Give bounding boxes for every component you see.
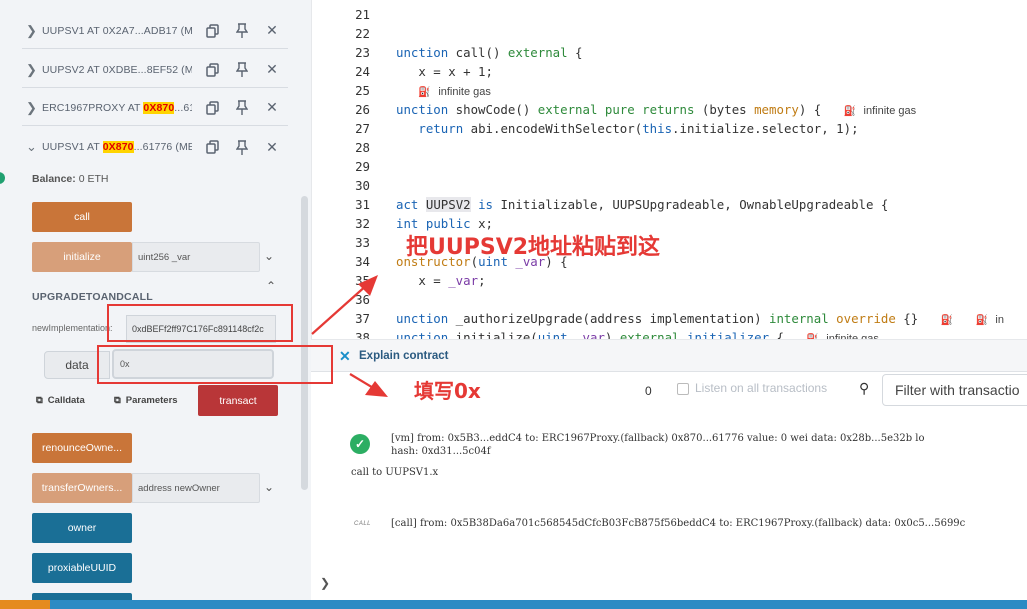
line-number: 21 <box>355 7 370 22</box>
code-text: unction initialize(uint _var) external i… <box>396 330 879 339</box>
listen-label: Listen on all transactions <box>695 381 828 395</box>
code-text: return abi.encodeWithSelector(this.initi… <box>418 121 859 136</box>
transact-button[interactable]: transact <box>198 385 278 416</box>
renounce-ownership-button[interactable]: renounceOwne... <box>32 433 132 463</box>
code-line[interactable]: 22 <box>312 24 1027 43</box>
copy-icon: ⧉ <box>114 395 121 406</box>
code-line[interactable]: 27 return abi.encodeWithSelector(this.in… <box>312 119 1027 138</box>
annotation-fill-0x: 填写0x <box>414 379 481 403</box>
transfer-ownership-input[interactable]: address newOwner <box>132 473 260 503</box>
line-number: 23 <box>355 45 370 60</box>
instance-functions: Balance: 0 ETH call initialize uint256 _… <box>22 165 288 609</box>
transaction-count: 0 <box>645 384 652 398</box>
chevron-right-icon[interactable]: ❯ <box>26 23 40 39</box>
success-icon: ✓ <box>350 434 370 454</box>
tx-call-text: call to UUPSV1.x <box>351 467 439 478</box>
line-number: 22 <box>355 26 370 41</box>
line-number: 32 <box>355 216 370 231</box>
line-number: 28 <box>355 140 370 155</box>
status-bar <box>0 600 1027 609</box>
chevron-down-icon[interactable]: ⌄ <box>264 480 274 494</box>
chevron-right-icon[interactable]: ❯ <box>320 576 330 590</box>
calldata-button[interactable]: ⧉ Calldata <box>36 395 85 406</box>
code-line[interactable]: 24 x = x + 1; <box>312 62 1027 81</box>
chevron-up-icon[interactable]: ⌃ <box>266 279 276 293</box>
tx-log-line[interactable]: [vm] from: 0x5B3...eddC4 to: ERC1967Prox… <box>391 433 925 444</box>
terminal: 0 Listen on all transactions ⚲ Filter wi… <box>311 372 1027 600</box>
transfer-ownership-button[interactable]: transferOwners... <box>32 473 132 503</box>
call-button[interactable]: call <box>32 202 132 232</box>
balance: Balance: 0 ETH <box>32 173 109 185</box>
annotation-box-data <box>97 345 333 384</box>
line-number: 26 <box>355 102 370 117</box>
code-text: ⛽ infinite gas <box>418 86 491 98</box>
initialize-button[interactable]: initialize <box>32 242 132 272</box>
chevron-down-icon[interactable]: ⌄ <box>264 249 274 263</box>
line-number: 30 <box>355 178 370 193</box>
code-text: x = x + 1; <box>396 64 493 79</box>
line-number: 27 <box>355 121 370 136</box>
line-number: 24 <box>355 64 370 79</box>
proxiable-uuid-button[interactable]: proxiableUUID <box>32 553 132 583</box>
code-line[interactable]: 25 ⛽ infinite gas <box>312 81 1027 100</box>
close-icon[interactable]: ✕ <box>262 21 282 41</box>
copy-icon[interactable] <box>202 21 222 41</box>
instance-row-erc1967proxy[interactable]: ❯ ERC1967PROXY AT 0X870...617 ✕ <box>22 90 288 126</box>
close-icon[interactable]: ✕ <box>262 137 282 157</box>
chevron-right-icon[interactable]: ❯ <box>26 62 40 78</box>
code-line[interactable]: 30 <box>312 176 1027 195</box>
code-line[interactable]: 23 unction call() external { <box>312 43 1027 62</box>
chevron-down-icon[interactable]: ⌄ <box>26 139 40 155</box>
code-text: unction call() external { <box>396 45 583 60</box>
initialize-param-input[interactable]: uint256 _var <box>132 242 260 272</box>
code-line[interactable]: 28 <box>312 138 1027 157</box>
code-line[interactable]: 29 <box>312 157 1027 176</box>
copy-icon[interactable] <box>202 137 222 157</box>
code-text: act UUPSV2 is Initializable, UUPSUpgrade… <box>396 197 889 212</box>
code-text: unction showCode() external pure returns… <box>396 102 917 117</box>
listen-checkbox[interactable] <box>677 383 689 395</box>
status-indicator <box>0 172 5 184</box>
arrow-head-down <box>365 381 388 397</box>
tx-hash-line[interactable]: hash: 0xd31...5c04f <box>391 446 491 457</box>
close-icon[interactable]: ✕ <box>262 98 282 118</box>
pin-icon[interactable] <box>232 137 252 157</box>
code-line[interactable]: 31 act UUPSV2 is Initializable, UUPSUpgra… <box>312 195 1027 214</box>
instance-row-uupsv1-first[interactable]: ❯ UUPSV1 AT 0X2A7...ADB17 (ME ✕ <box>22 13 288 49</box>
arrow-line-up <box>311 283 369 335</box>
code-line[interactable]: 21 <box>312 5 1027 24</box>
upgrade-section-title: UPGRADETOANDCALL <box>32 291 153 303</box>
line-number: 29 <box>355 159 370 174</box>
line-number: 31 <box>355 197 370 212</box>
copy-icon: ⧉ <box>36 395 43 406</box>
pin-icon[interactable] <box>232 21 252 41</box>
instance-name: UUPSV1 AT 0X870...61776 (ME <box>42 141 192 153</box>
instance-row-uupsv2[interactable]: ❯ UUPSV2 AT 0XDBE...8EF52 (MEN ✕ <box>22 52 288 88</box>
pin-icon[interactable] <box>232 98 252 118</box>
arrow-head-up <box>358 275 378 296</box>
line-number: 25 <box>355 83 370 98</box>
filter-input[interactable]: Filter with transactio <box>882 374 1027 406</box>
close-icon[interactable]: ✕ <box>262 60 282 80</box>
annotation-paste-address: 把UUPSV2地址粘贴到这 <box>406 235 661 260</box>
instance-name: ERC1967PROXY AT 0X870...617 <box>42 101 192 114</box>
instance-name: UUPSV2 AT 0XDBE...8EF52 (MEN <box>42 63 192 76</box>
annotation-box-new-implementation <box>107 304 293 342</box>
copy-icon[interactable] <box>202 60 222 80</box>
code-line[interactable]: 26 unction showCode() external pure retur… <box>312 100 1027 119</box>
parameters-button[interactable]: ⧉ Parameters <box>114 395 178 406</box>
owner-button[interactable]: owner <box>32 513 132 543</box>
call-log-line[interactable]: [call] from: 0x5B38Da6a701c568545dCfcB03… <box>391 518 965 529</box>
pin-icon[interactable] <box>232 60 252 80</box>
search-icon[interactable]: ⚲ <box>859 380 869 397</box>
instance-name: UUPSV1 AT 0X2A7...ADB17 (ME <box>42 24 192 37</box>
chevron-right-icon[interactable]: ❯ <box>26 100 40 116</box>
annotation-arrows <box>311 275 388 397</box>
call-tag: CALL <box>354 521 372 527</box>
copy-icon[interactable] <box>202 98 222 118</box>
instance-row-uupsv1-proxy[interactable]: ⌄ UUPSV1 AT 0X870...61776 (ME ✕ <box>22 129 288 165</box>
new-implementation-label: newImplementation: <box>32 323 113 333</box>
status-accent <box>0 600 50 609</box>
code-text: unction _authorizeUpgrade(address implem… <box>396 311 1004 326</box>
